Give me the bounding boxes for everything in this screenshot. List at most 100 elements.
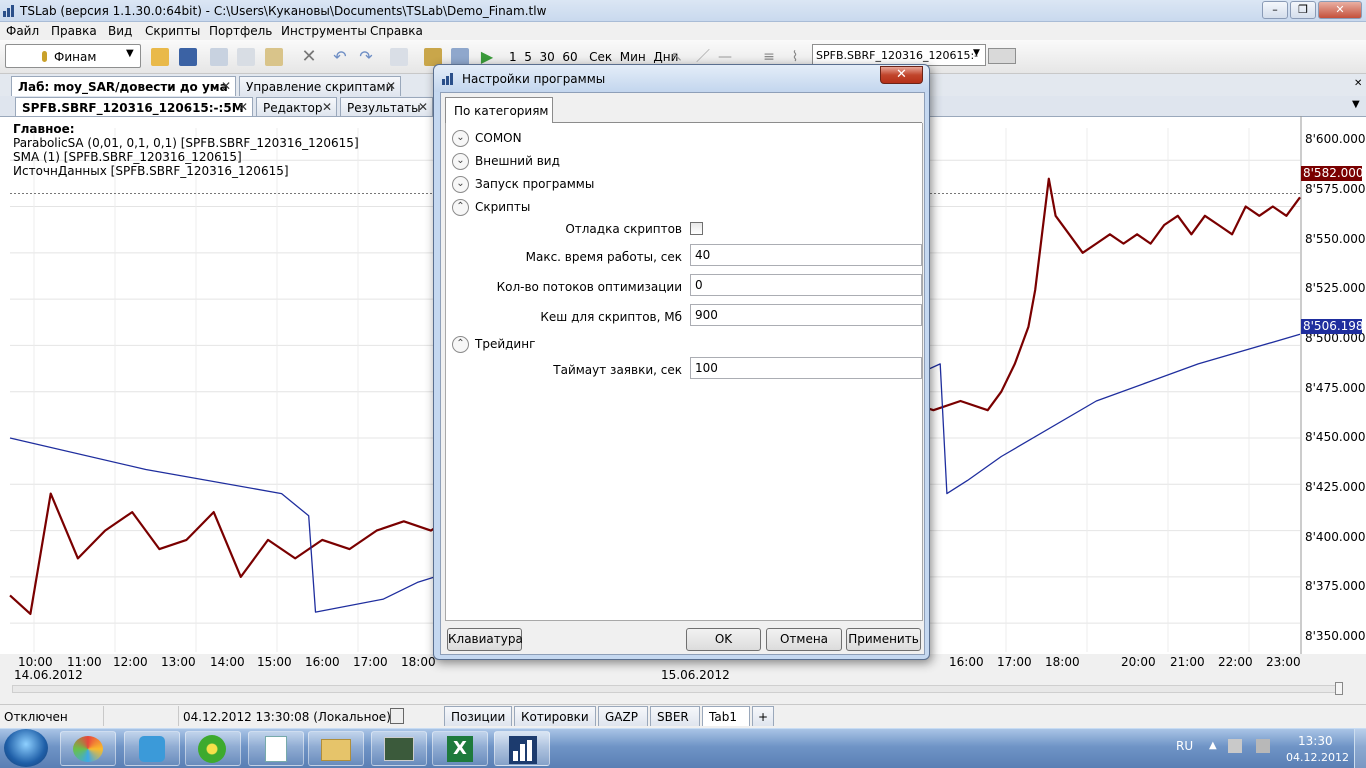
cancel-button[interactable]: Отмена: [766, 628, 842, 651]
script-cache-input[interactable]: [690, 304, 922, 326]
section-appearance[interactable]: ⌄ Внешний вид: [452, 153, 560, 170]
taskbar-app-icq[interactable]: [185, 731, 241, 766]
network-icon[interactable]: [1256, 739, 1270, 753]
debug-scripts-checkbox[interactable]: [690, 222, 703, 235]
q-icon: [139, 736, 165, 762]
symbol-select[interactable]: SPFB.SBRF_120316_120615:- ▼: [812, 44, 986, 66]
menu-help[interactable]: Справка: [370, 24, 423, 38]
max-runtime-label: Макс. время работы, сек: [525, 250, 682, 264]
copy-icon[interactable]: [210, 48, 228, 66]
order-timeout-input[interactable]: [690, 357, 922, 379]
close-tab-icon[interactable]: ✕: [386, 79, 396, 93]
menu-file[interactable]: Файл: [6, 24, 39, 38]
undo-icon[interactable]: ↶: [331, 48, 349, 66]
ok-button[interactable]: OK: [686, 628, 761, 651]
add-tab-button[interactable]: +: [752, 706, 774, 726]
y-tick: 8'375.000: [1305, 579, 1366, 593]
x-tick: 12:00: [113, 655, 148, 669]
paste-icon[interactable]: [265, 48, 283, 66]
tabs-menu-icon[interactable]: ✕: [1354, 78, 1362, 89]
tab-chart[interactable]: SPFB.SBRF_120316_120615:-:5M ✕: [15, 97, 253, 116]
tab-script-manager[interactable]: Управление скриптами ✕: [239, 76, 401, 96]
y-tick: 8'425.000: [1305, 480, 1366, 494]
section-scripts[interactable]: ⌃ Скрипты: [452, 199, 530, 216]
legend-header: Главное:: [13, 122, 75, 136]
chevron-up-icon[interactable]: ⌃: [452, 199, 469, 216]
minimize-icon[interactable]: –: [1262, 1, 1288, 19]
price-marker: 8'582.000: [1301, 166, 1364, 181]
horizontal-scrollbar[interactable]: [12, 685, 1338, 693]
close-tab-icon[interactable]: ✕: [418, 100, 428, 114]
y-tick: 8'400.000: [1305, 530, 1366, 544]
save-icon[interactable]: [179, 48, 197, 66]
redo-icon[interactable]: ↷: [357, 48, 375, 66]
tab-gazp[interactable]: GAZP: [598, 706, 648, 726]
x-tick: 16:00: [949, 655, 984, 669]
tab-lab-script[interactable]: Лаб: moy_SAR/довести до ума ✕: [11, 76, 236, 96]
section-trading[interactable]: ⌃ Трейдинг: [452, 336, 535, 353]
tray-app-icon[interactable]: [1228, 739, 1242, 753]
clipboard-icon[interactable]: [390, 708, 404, 724]
tab-editor[interactable]: Редактор ✕: [256, 97, 337, 116]
start-button[interactable]: [4, 729, 48, 767]
x-tick: 17:00: [997, 655, 1032, 669]
apply-button[interactable]: Применить: [846, 628, 921, 651]
tab-sber[interactable]: SBER: [650, 706, 700, 726]
taskbar-app-tslab[interactable]: [494, 731, 550, 766]
keyboard-button[interactable]: Клавиатура: [447, 628, 523, 651]
show-desktop-button[interactable]: [1354, 729, 1366, 768]
scrollbar-thumb[interactable]: [1335, 682, 1343, 695]
x-tick: 14:00: [210, 655, 245, 669]
section-startup[interactable]: ⌄ Запуск программы: [452, 176, 594, 193]
tab-quotes[interactable]: Котировки: [514, 706, 596, 726]
chevron-up-icon[interactable]: ⌃: [452, 336, 469, 353]
script-cache-label: Кеш для скриптов, Мб: [540, 310, 682, 324]
tab-results[interactable]: Результаты ✕: [340, 97, 433, 116]
taskbar-app-picasa[interactable]: [60, 731, 116, 766]
menu-edit[interactable]: Правка: [51, 24, 97, 38]
taskbar-app-explorer[interactable]: [308, 731, 364, 766]
connection-status: Отключен: [4, 710, 68, 724]
cut-icon[interactable]: [237, 48, 255, 66]
open-folder-icon[interactable]: [151, 48, 169, 66]
tab-by-category[interactable]: По категориям: [445, 97, 553, 123]
broker-select[interactable]: Финам ▼: [5, 44, 141, 68]
section-label: Трейдинг: [475, 337, 536, 351]
language-indicator[interactable]: RU: [1176, 739, 1193, 753]
y-tick: 8'350.000: [1305, 629, 1366, 643]
tab-positions[interactable]: Позиции: [444, 706, 512, 726]
close-tab-icon[interactable]: ✕: [238, 100, 248, 114]
delete-icon[interactable]: ✕: [300, 48, 318, 66]
chevron-down-icon[interactable]: ⌄: [452, 176, 469, 193]
menu-portfolio[interactable]: Портфель: [209, 24, 272, 38]
x-tick: 18:00: [1045, 655, 1080, 669]
close-icon[interactable]: ✕: [1318, 1, 1362, 19]
taskbar-app-doc[interactable]: [248, 731, 304, 766]
y-tick: 8'450.000: [1305, 430, 1366, 444]
tray-up-arrow-icon[interactable]: ▲: [1209, 740, 1217, 751]
timeframe-buttons[interactable]: 1 5 30 60 Сек Мин Дни: [509, 50, 678, 64]
taskbar-app-excel[interactable]: X: [432, 731, 488, 766]
close-tab-icon[interactable]: ✕: [221, 79, 231, 93]
close-tab-icon[interactable]: ✕: [322, 100, 332, 114]
close-icon[interactable]: ✕: [880, 66, 923, 84]
chevron-down-icon[interactable]: ⌄: [452, 130, 469, 147]
section-comon[interactable]: ⌄ COMON: [452, 130, 522, 147]
color-swatch[interactable]: [988, 48, 1016, 64]
chevron-down-icon[interactable]: ⌄: [452, 153, 469, 170]
optimization-threads-input[interactable]: [690, 274, 922, 296]
document-icon[interactable]: [390, 48, 408, 66]
clock-time[interactable]: 13:30: [1298, 734, 1333, 748]
taskbar-app-terminal[interactable]: [371, 731, 427, 766]
max-runtime-input[interactable]: [690, 244, 922, 266]
taskbar-app-qip[interactable]: [124, 731, 180, 766]
menu-scripts[interactable]: Скрипты: [145, 24, 200, 38]
tab-tab1[interactable]: Tab1: [702, 706, 750, 726]
restore-icon[interactable]: ❐: [1290, 1, 1316, 19]
chevron-down-icon[interactable]: ▼: [1352, 99, 1360, 110]
clock-date[interactable]: 04.12.2012: [1286, 751, 1349, 764]
tab-label: Управление скриптами: [246, 80, 394, 94]
menu-tools[interactable]: Инструменты: [281, 24, 367, 38]
menu-bar: Файл Правка Вид Скрипты Портфель Инструм…: [0, 22, 1366, 40]
menu-view[interactable]: Вид: [108, 24, 132, 38]
